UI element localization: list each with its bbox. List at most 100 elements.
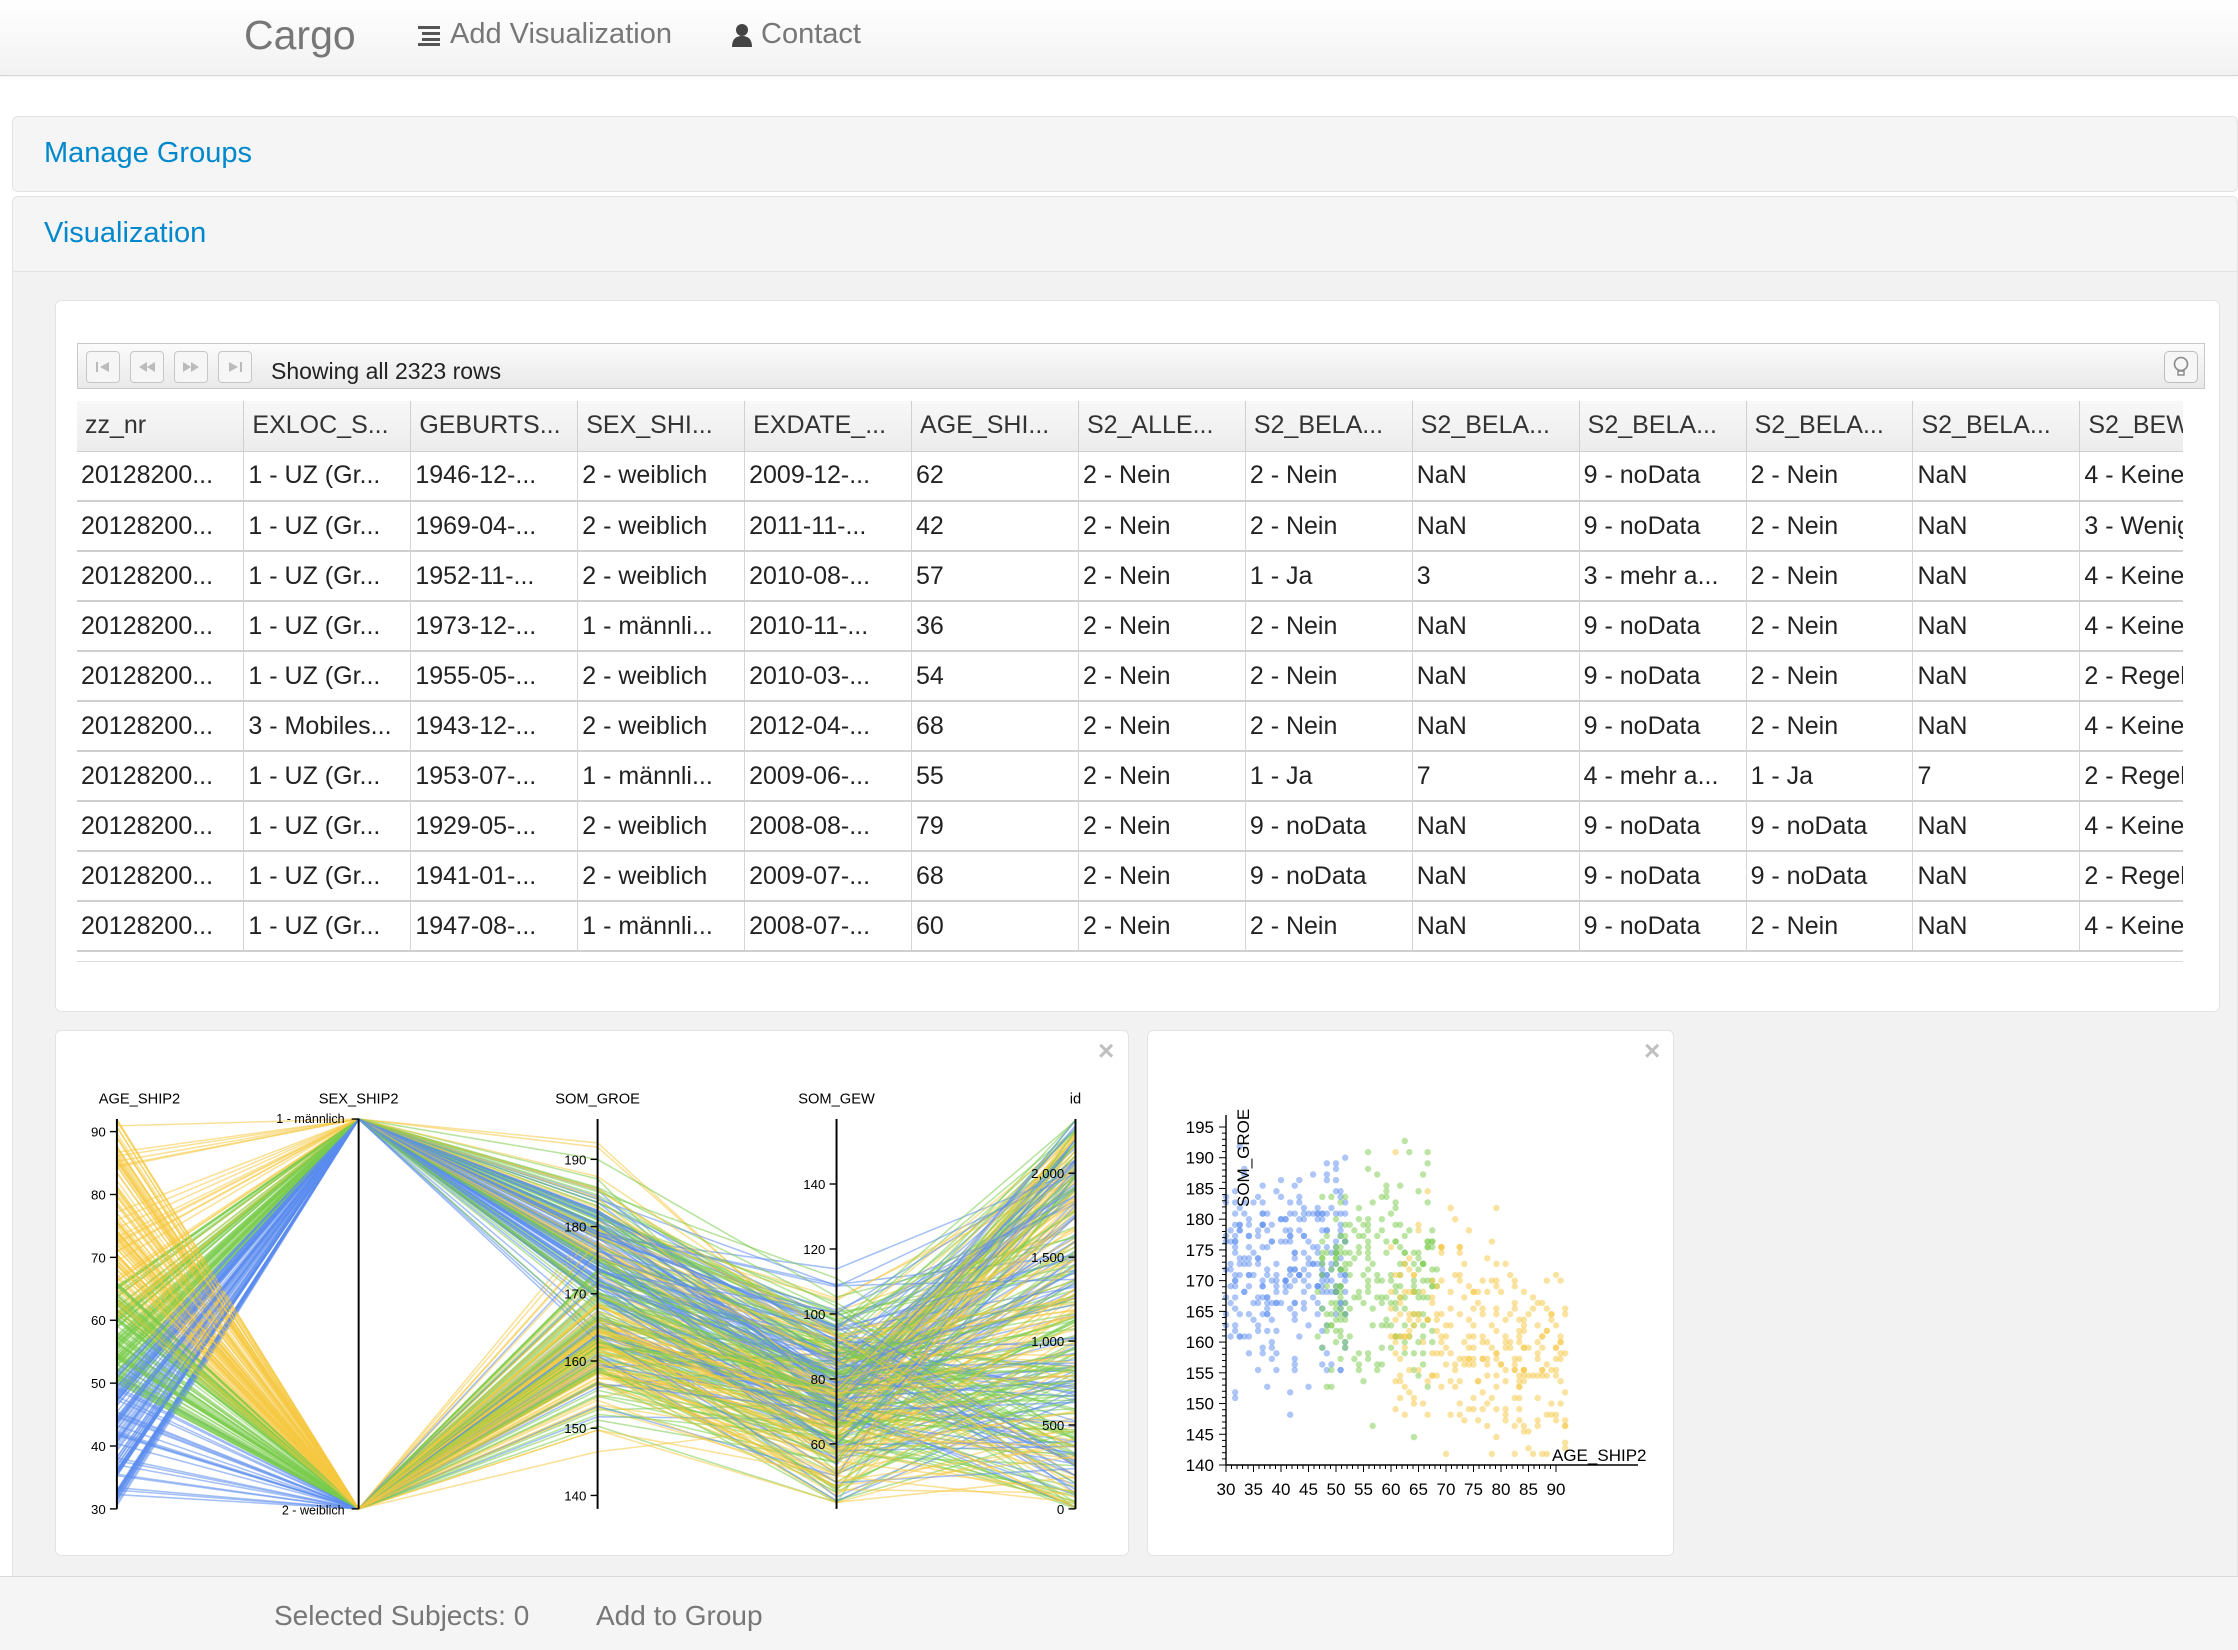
column-header[interactable]: S2_BELA...	[1245, 401, 1413, 452]
brand-logo[interactable]: Cargo	[244, 12, 356, 59]
accordion-visualization[interactable]: Visualization	[12, 196, 2238, 272]
next-page-button[interactable]	[174, 351, 208, 383]
tick-label: 160	[1186, 1333, 1214, 1352]
scatter-point	[1323, 1176, 1331, 1184]
table-row[interactable]: 20128200... 1 - UZ (Gr... 1952-11-... 2 - w…	[77, 551, 2183, 602]
scatter-point	[1424, 1411, 1431, 1418]
column-header[interactable]: EXDATE_...	[744, 401, 913, 452]
column-header[interactable]: AGE_SHI...	[911, 401, 1079, 452]
add-to-group-button[interactable]: Add to Group	[596, 1600, 763, 1632]
parallel-coordinates-chart[interactable]: AGE_SHIP2 30 40 50 60 70 80 90 SEX_SHIP2 1 - männ…	[56, 1031, 1128, 1555]
table-row[interactable]: 20128200... 1 - UZ (Gr... 1929-05-... 2 - w…	[77, 801, 2183, 852]
column-header[interactable]: SEX_SHI...	[577, 401, 746, 452]
scatter-point	[1341, 1344, 1349, 1351]
scatter-point	[1355, 1204, 1363, 1212]
axis-title[interactable]: AGE_SHIP2	[99, 1092, 180, 1108]
scatter-point	[1259, 1221, 1266, 1228]
scatter-point	[1337, 1310, 1344, 1318]
column-header[interactable]: S2_ALLE...	[1078, 401, 1246, 452]
table-cell: 36	[911, 601, 1079, 652]
grid-options-button[interactable]	[2164, 351, 2198, 383]
scatter-point	[1273, 1327, 1280, 1335]
scatter-point	[1415, 1188, 1422, 1195]
table-row[interactable]: 20128200... 1 - UZ (Gr... 1973-12-... 1 - m…	[77, 601, 2183, 652]
scatter-point	[1305, 1238, 1312, 1245]
axis-title[interactable]: SOM_GROE	[555, 1092, 640, 1108]
manage-groups-link[interactable]: Manage Groups	[44, 137, 252, 170]
scatter-point	[1337, 1294, 1344, 1301]
scatter-point	[1502, 1260, 1509, 1268]
scatter-point	[1415, 1266, 1422, 1273]
scatter-chart[interactable]: 30 35 40 45 50 55 60 65 70 75 80 85 90 140 145 150 155 16…	[1148, 1031, 1673, 1555]
scatter-point	[1419, 1277, 1427, 1284]
tick-label: 145	[1186, 1425, 1214, 1444]
table-row[interactable]: 20128200... 3 - Mobiles... 1943-12-... 2 - …	[77, 701, 2183, 752]
close-icon[interactable]: ×	[1098, 1037, 1114, 1065]
scatter-point	[1520, 1366, 1528, 1374]
scatter-point	[1456, 1411, 1463, 1418]
column-header[interactable]: zz_nr	[77, 401, 245, 452]
scatter-point	[1286, 1271, 1294, 1279]
column-header[interactable]: S2_BEWE...	[2079, 401, 2183, 452]
table-cell: NaN	[1412, 451, 1580, 502]
column-header[interactable]: S2_BELA...	[1412, 401, 1580, 452]
table-cell: NaN	[1412, 901, 1580, 952]
column-header[interactable]: GEBURTS...	[410, 401, 579, 452]
last-page-icon	[229, 362, 242, 372]
table-cell: 2012-04-...	[744, 701, 913, 752]
scatter-point	[1383, 1188, 1390, 1195]
y-axis-label: SOM_GROE	[1234, 1109, 1253, 1207]
table-cell: 9 - noData	[1746, 801, 1914, 852]
table-row[interactable]: 20128200... 1 - UZ (Gr... 1946-12-... 2 - w…	[77, 451, 2183, 502]
nav-contact[interactable]: Contact	[731, 18, 861, 51]
scatter-point	[1227, 1266, 1234, 1273]
scatter-point	[1461, 1294, 1468, 1301]
first-page-button[interactable]	[86, 351, 120, 383]
scatter-point	[1429, 1299, 1436, 1307]
scatter-point	[1387, 1299, 1395, 1307]
close-icon[interactable]: ×	[1644, 1037, 1660, 1065]
scatter-point	[1474, 1417, 1482, 1424]
column-header[interactable]: EXLOC_S...	[243, 401, 412, 452]
table-row[interactable]: 20128200... 1 - UZ (Gr... 1955-05-... 2 - w…	[77, 651, 2183, 702]
column-header[interactable]: S2_BELA...	[1579, 401, 1747, 452]
table-cell: 42	[911, 501, 1079, 552]
axis-title[interactable]: SEX_SHIP2	[319, 1092, 399, 1108]
table-cell: 9 - noData	[1245, 851, 1413, 902]
last-page-button[interactable]	[218, 351, 252, 383]
column-header[interactable]: S2_BELA...	[1912, 401, 2081, 452]
scatter-point	[1410, 1288, 1418, 1296]
scatter-point	[1442, 1361, 1450, 1368]
tick-label: 30	[1217, 1480, 1236, 1499]
scatter-point	[1479, 1277, 1486, 1284]
scatter-point	[1419, 1400, 1427, 1407]
scatter-point	[1378, 1322, 1386, 1329]
grid-scroll-area[interactable]	[77, 961, 2183, 969]
nav-add-visualization-label: Add Visualization	[450, 18, 672, 50]
accordion-manage-groups[interactable]: Manage Groups	[12, 116, 2238, 192]
tick-label: 190	[564, 1152, 586, 1167]
scatter-point	[1543, 1277, 1551, 1284]
scatter-point	[1341, 1238, 1349, 1245]
axis-title[interactable]: SOM_GEW	[798, 1092, 875, 1108]
visualization-link[interactable]: Visualization	[44, 217, 206, 250]
table-cell: NaN	[1412, 601, 1580, 652]
table-cell: 9 - noData	[1746, 851, 1914, 902]
scatter-point	[1534, 1299, 1541, 1307]
nav-add-visualization[interactable]: Add Visualization	[418, 18, 672, 51]
table-row[interactable]: 20128200... 1 - UZ (Gr... 1947-08-... 1 - m…	[77, 901, 2183, 952]
table-row[interactable]: 20128200... 1 - UZ (Gr... 1953-07-... 1 - m…	[77, 751, 2183, 802]
table-cell: NaN	[1912, 701, 2081, 752]
scatter-point	[1250, 1316, 1257, 1323]
scatter-point	[1401, 1322, 1408, 1329]
table-row[interactable]: 20128200... 1 - UZ (Gr... 1969-04-... 2 - w…	[77, 501, 2183, 552]
prev-page-button[interactable]	[130, 351, 164, 383]
table-cell: 2 - Nein	[1078, 851, 1246, 902]
axis-title[interactable]: id	[1070, 1092, 1081, 1108]
scatter-point	[1502, 1411, 1509, 1418]
scatter-point	[1433, 1266, 1441, 1273]
column-header[interactable]: S2_BELA...	[1746, 401, 1914, 452]
table-row[interactable]: 20128200... 1 - UZ (Gr... 1941-01-... 2 - w…	[77, 851, 2183, 902]
scatter-point	[1254, 1260, 1262, 1268]
scatter-point	[1516, 1333, 1523, 1340]
